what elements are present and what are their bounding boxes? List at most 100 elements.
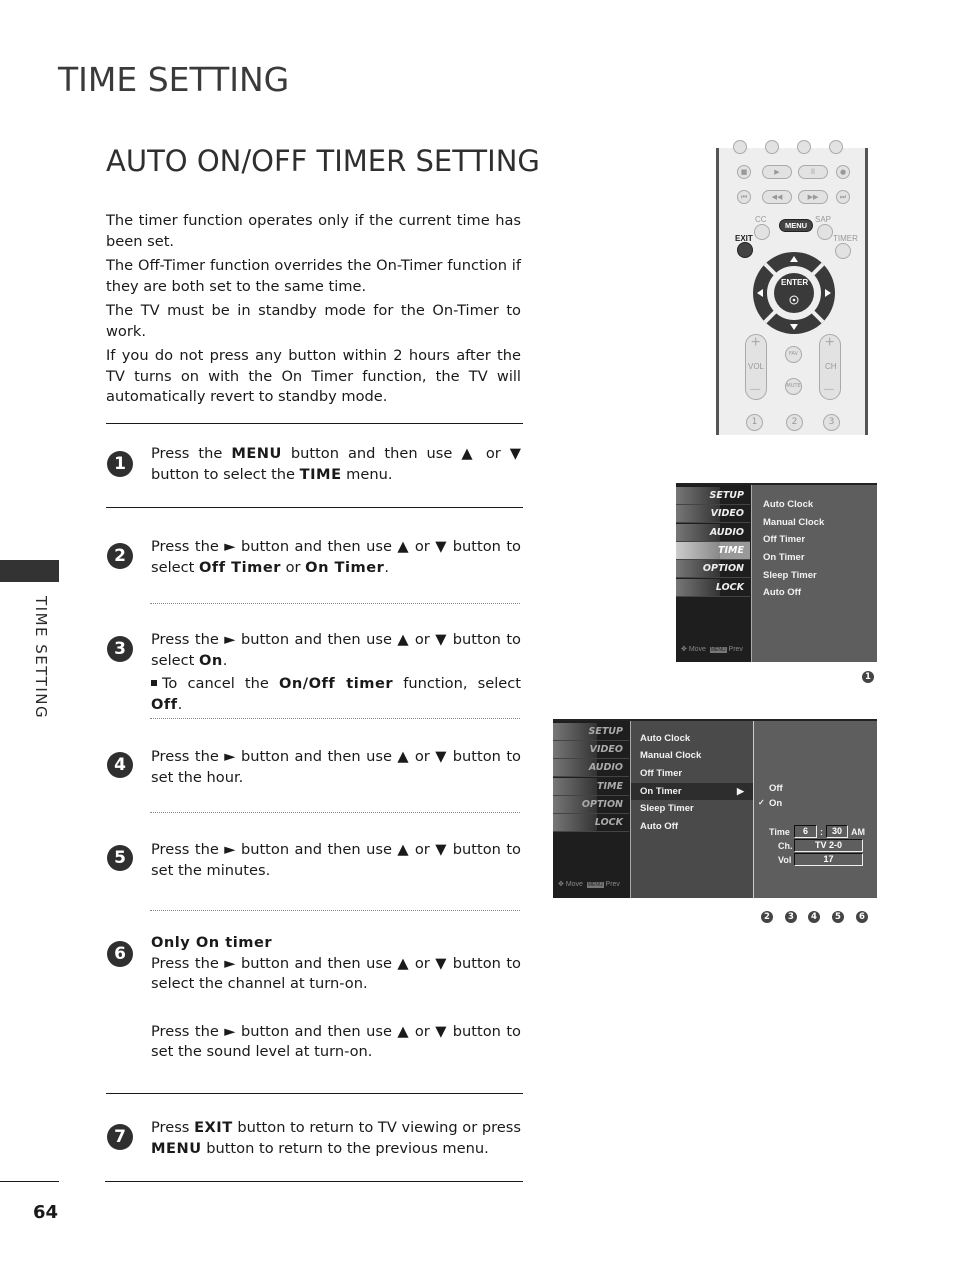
- callout-number: 5: [832, 911, 844, 923]
- osd-on-timer-menu: SETUP VIDEO AUDIO TIME OPTION LOCK ✥ Mov…: [553, 719, 877, 898]
- step-number: 4: [107, 752, 133, 778]
- vol-minus-icon: —: [750, 384, 760, 395]
- step-number: 2: [107, 543, 133, 569]
- osd-menu-item: Auto Clock: [763, 499, 814, 510]
- menu-button: MENU: [779, 219, 813, 232]
- osd-footer: ✥ Move MENU Prev: [681, 646, 743, 653]
- intro-note: The timer function operates only if the …: [106, 212, 521, 250]
- text: Press the: [151, 445, 232, 462]
- option-off: Off: [769, 783, 783, 794]
- osd-category: TIME: [553, 778, 629, 796]
- enter-button: ENTER: [781, 278, 809, 287]
- key-menu: MENU: [231, 445, 282, 462]
- callout-number: 6: [856, 911, 868, 923]
- cc-button: [754, 224, 770, 240]
- dotted-divider: [150, 718, 520, 719]
- step-number: 3: [107, 636, 133, 662]
- remote-key: [829, 140, 843, 154]
- vol-plus-icon: +: [751, 334, 761, 351]
- step-number: 6: [107, 941, 133, 967]
- osd-category-panel: SETUP VIDEO AUDIO TIME OPTION LOCK ✥ Mov…: [553, 721, 631, 898]
- time-label: Time: [769, 827, 790, 837]
- osd-category: VIDEO: [553, 741, 629, 759]
- term-on: On: [199, 651, 223, 669]
- step-number: 1: [107, 451, 133, 477]
- osd-category: SETUP: [553, 723, 629, 741]
- text: button to return to TV viewing or press: [232, 1119, 521, 1136]
- ch-label: CH: [825, 362, 837, 371]
- callout-number: 4: [808, 911, 820, 923]
- text: Press the ► button and then use ▲ or ▼ b…: [151, 1022, 521, 1061]
- channel-field: TV 2-0: [794, 839, 863, 852]
- text: function, select: [393, 675, 521, 692]
- osd-category-active: TIME: [676, 542, 750, 560]
- remote-key: [797, 140, 811, 154]
- osd-menu-item: Manual Clock: [640, 750, 702, 761]
- number-key: 1: [746, 414, 763, 431]
- ch-minus-icon: —: [824, 384, 834, 395]
- step-1-text: Press the MENU button and then use ▲ or …: [151, 444, 521, 485]
- vol-label: VOL: [748, 362, 765, 371]
- intro-note: If you do not press any button within 2 …: [106, 347, 521, 405]
- osd-category-panel: SETUP VIDEO AUDIO TIME OPTION LOCK ✥ Mov…: [676, 485, 752, 662]
- skip-forward-icon: ⏭: [836, 190, 850, 204]
- navigation-pad: [753, 252, 835, 334]
- category-thumbnail: [553, 814, 597, 831]
- move-icon: ✥: [681, 646, 687, 653]
- page-title: TIME SETTING: [58, 60, 290, 99]
- step-5-text: Press the ► button and then use ▲ or ▼ b…: [151, 841, 521, 879]
- intro-notes: The timer function operates only if the …: [106, 211, 521, 412]
- step-6-heading: Only On timer: [151, 934, 273, 951]
- term-off-timer: Off Timer: [199, 558, 281, 576]
- cc-label: CC: [755, 215, 767, 224]
- step-number: 5: [107, 845, 133, 871]
- step-3-text: Press the ► button and then use ▲ or ▼ b…: [151, 630, 521, 715]
- number-key: 2: [786, 414, 803, 431]
- callout-number: 3: [785, 911, 797, 923]
- text: button to return to the previous menu.: [201, 1139, 489, 1157]
- skip-back-icon: ⏮: [737, 190, 751, 204]
- menu-key-icon: MENU: [709, 647, 727, 653]
- key-menu: MENU: [151, 1139, 202, 1157]
- time-separator: :: [820, 827, 823, 837]
- divider: [106, 1093, 523, 1094]
- osd-category: SETUP: [676, 487, 750, 505]
- pause-icon: ll: [798, 165, 828, 179]
- footer-rule: [0, 1181, 59, 1182]
- option-on: On: [769, 798, 783, 809]
- term-off: Off: [151, 695, 178, 713]
- remote-key: [765, 140, 779, 154]
- volume-label: Vol: [778, 855, 792, 865]
- text: To cancel the: [162, 675, 279, 692]
- intro-note: The TV must be in standby mode for the O…: [106, 302, 521, 340]
- ampm-label: AM: [851, 827, 865, 837]
- step-6-text: Only On timer Press the ► button and the…: [151, 933, 521, 1063]
- text: .: [222, 651, 228, 669]
- term-on-off-timer: On/Off timer: [279, 675, 394, 692]
- divider: [106, 507, 523, 508]
- osd-category: LOCK: [676, 579, 750, 597]
- cancel-note: To cancel the On/Off timer function, sel…: [151, 674, 521, 715]
- callout-number: 2: [761, 911, 773, 923]
- osd-category: AUDIO: [676, 524, 750, 542]
- page-number: 64: [33, 1202, 59, 1223]
- dotted-divider: [150, 603, 520, 604]
- term-on-timer: On Timer: [305, 558, 385, 576]
- channel-label: Ch.: [778, 841, 793, 851]
- category-thumbnail: [553, 778, 597, 795]
- osd-category: OPTION: [553, 796, 629, 814]
- osd-menu-item: Sleep Timer: [640, 803, 694, 814]
- osd-menu-item: Auto Clock: [640, 733, 691, 744]
- move-icon: ✥: [558, 881, 564, 888]
- remote-control: ■ ▶ ll ● ⏮ ◀◀ ▶▶ ⏭ CC SAP MENU EXIT TIME…: [716, 140, 868, 435]
- dotted-divider: [150, 812, 520, 813]
- osd-category: VIDEO: [676, 505, 750, 523]
- osd-menu-item: Off Timer: [640, 768, 683, 779]
- minute-field: 30: [826, 825, 848, 838]
- osd-category: OPTION: [676, 560, 750, 578]
- volume-field: 17: [794, 853, 863, 866]
- text: or: [280, 558, 306, 576]
- osd-item-panel: Auto Clock Manual Clock Off Timer On Tim…: [631, 721, 754, 898]
- osd-category: LOCK: [553, 814, 629, 832]
- osd-menu-item: Manual Clock: [763, 517, 825, 528]
